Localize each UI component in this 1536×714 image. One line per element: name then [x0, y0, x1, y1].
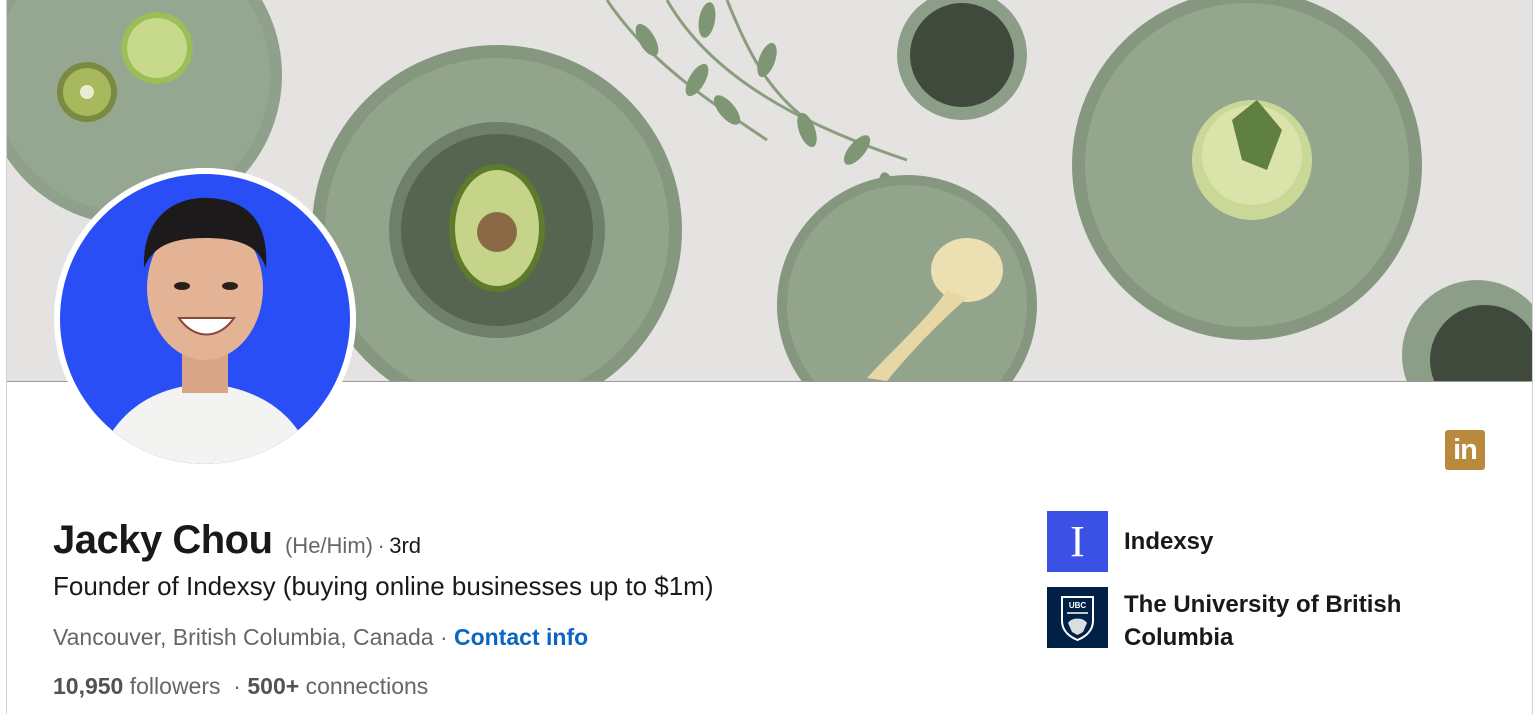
connection-degree: 3rd — [389, 533, 422, 558]
separator-dot: · — [439, 624, 448, 650]
org-name[interactable]: Indexsy — [1124, 525, 1444, 558]
linkedin-icon[interactable]: in — [1445, 430, 1485, 470]
profile-pronouns: (He/Him) — [284, 533, 373, 558]
profile-name-row: Jacky Chou (He/Him) · 3rd — [53, 518, 421, 563]
profile-location-row: Vancouver, British Columbia, Canada · Co… — [53, 624, 588, 651]
ubc-logo-text: UBC — [1069, 601, 1087, 610]
connections-count[interactable]: 500+ — [247, 673, 299, 699]
followers-count: 10,950 — [53, 673, 124, 699]
separator-dot: · — [233, 673, 241, 699]
profile-avatar[interactable] — [54, 168, 356, 470]
profile-location: Vancouver, British Columbia, Canada — [53, 624, 434, 650]
followers-label: followers — [129, 673, 221, 699]
ubc-crest-icon: UBC — [1047, 587, 1108, 648]
org-item-indexsy[interactable]: I Indexsy — [1047, 511, 1444, 572]
separator-dot: · — [377, 533, 385, 558]
org-item-ubc[interactable]: UBC The University of British Columbia — [1047, 587, 1444, 654]
profile-card: in Jacky Chou (He/Him) · 3rd Founder of … — [6, 0, 1533, 714]
connections-label[interactable]: connections — [306, 673, 429, 699]
profile-stats-row: 10,950 followers · 500+ connections — [53, 673, 428, 700]
contact-info-link[interactable]: Contact info — [454, 624, 588, 650]
profile-headline: Founder of Indexsy (buying online busine… — [53, 571, 714, 601]
indexsy-logo-icon: I — [1047, 511, 1108, 572]
org-name[interactable]: The University of British Columbia — [1124, 588, 1444, 654]
profile-name: Jacky Chou — [53, 518, 273, 562]
